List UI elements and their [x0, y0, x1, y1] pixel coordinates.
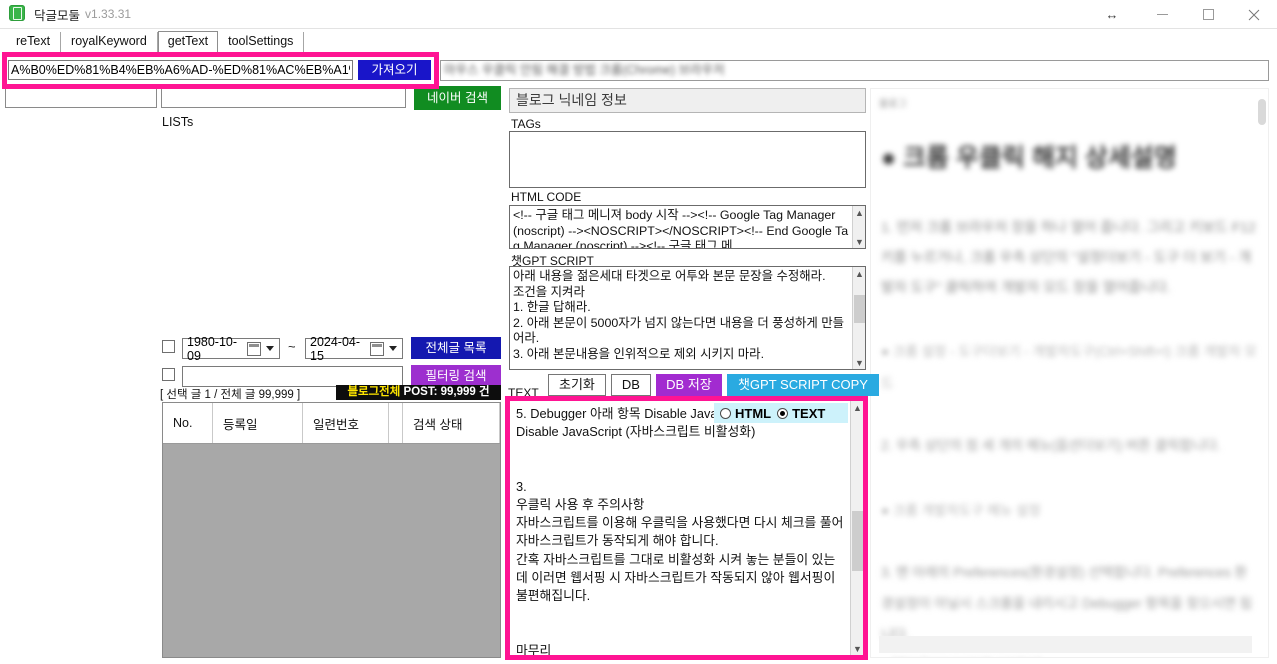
text-label: TEXT: [508, 386, 539, 400]
table-body[interactable]: [163, 444, 500, 657]
tab-toolsettings[interactable]: toolSettings: [218, 32, 305, 52]
window-title: 닥글모둘: [34, 8, 81, 23]
chevron-down-icon[interactable]: [389, 346, 397, 351]
scroll-up-icon[interactable]: ▲: [851, 401, 863, 414]
action-button-row: 초기화 DB DB 저장 챗GPT SCRIPT COPY: [548, 374, 879, 396]
page-title-field[interactable]: 마우스 우클릭 안됨 해결 방법 크롬(Chrome) 브라우저: [440, 60, 1269, 81]
radio-text-dot[interactable]: [777, 407, 789, 419]
radio-html-label: HTML: [735, 405, 772, 421]
title-bar: 닥글모둘 v1.33.31 ↔: [0, 0, 1277, 29]
preview-tag: 블로그: [879, 99, 907, 110]
calendar-icon: [370, 341, 384, 356]
selection-count-label: [ 선택 글 1 / 전체 글 99,999 ]: [160, 389, 301, 401]
scroll-thumb[interactable]: [854, 295, 865, 323]
post-count-badge: 블로그전체 POST: 99,999 건: [336, 385, 501, 400]
html-code-value: <!-- 구글 태그 메니져 body 시작 --><!-- Google Ta…: [513, 208, 849, 249]
db-button[interactable]: DB: [610, 374, 651, 396]
tab-retext[interactable]: reText: [6, 32, 62, 52]
reset-button[interactable]: 초기화: [548, 374, 606, 396]
preview-link[interactable]: https://www.example.com/post: [893, 656, 1268, 657]
window-version: v1.33.31: [85, 7, 132, 21]
text-output-textarea[interactable]: 5. Debugger 아래 항목 Disable JavaS Disable …: [509, 400, 864, 656]
page-title-text: 마우스 우클릭 안됨 해결 방법 크롬(Chrome) 브라우저: [444, 63, 725, 77]
url-input[interactable]: [8, 60, 353, 80]
table-header-date: 등록일: [213, 403, 303, 443]
text-output-value: 5. Debugger 아래 항목 Disable JavaS Disable …: [516, 406, 844, 656]
blog-nickname-header: 블로그 닉네임 정보: [509, 88, 866, 113]
preview-scrollbar[interactable]: [1258, 99, 1266, 651]
main-tabs: reText royalKeyword getText toolSettings: [0, 31, 1277, 53]
date-to-field[interactable]: 2024-04-15: [305, 335, 403, 363]
gpt-script-textarea[interactable]: 아래 내용을 젊은세대 타겟으로 어투와 본문 문장을 수정해라. 조건을 지켜…: [509, 266, 866, 370]
table-header-spacer: [389, 403, 403, 443]
scroll-down-icon[interactable]: ▼: [853, 235, 865, 248]
date-from-value: 1980-10-09: [187, 334, 238, 363]
tab-gettext[interactable]: getText: [157, 31, 219, 53]
radio-html-dot[interactable]: [720, 407, 731, 419]
keyword-input-wide[interactable]: [161, 86, 406, 108]
html-code-label: HTML CODE: [511, 190, 582, 204]
keyword-input-small[interactable]: [5, 86, 157, 108]
db-save-button[interactable]: DB 저장: [655, 374, 722, 396]
scroll-down-icon[interactable]: ▼: [853, 356, 865, 369]
tab-royalkeyword[interactable]: royalKeyword: [61, 32, 158, 52]
application-window: 닥글모둘 v1.33.31 ↔ reText royalKeyword getT…: [0, 0, 1277, 664]
filter-checkbox[interactable]: [162, 368, 175, 381]
close-icon[interactable]: [1231, 0, 1277, 29]
text-output-scrollbar[interactable]: ▲ ▼: [850, 401, 863, 655]
date-to-value: 2024-04-15: [310, 334, 361, 363]
app-logo-icon: [9, 5, 27, 23]
preview-heading: ● 크롬 우클릭 해지 상세설명: [881, 144, 1177, 172]
scroll-down-icon[interactable]: ▼: [851, 642, 863, 655]
tags-label: TAGs: [511, 117, 541, 131]
scroll-thumb[interactable]: [852, 511, 863, 571]
gpt-script-value: 아래 내용을 젊은세대 타겟으로 어투와 본문 문장을 수정해라. 조건을 지켜…: [513, 269, 845, 361]
posts-table[interactable]: No. 등록일 일련번호 검색 상태: [162, 402, 501, 658]
fetch-button[interactable]: 가져오기: [358, 60, 431, 80]
preview-bottom-bar: [879, 636, 1252, 653]
date-range-checkbox[interactable]: [162, 340, 175, 353]
html-code-scrollbar[interactable]: ▲ ▼: [852, 206, 865, 248]
scroll-up-icon[interactable]: ▲: [853, 267, 865, 280]
format-radio-group: HTML TEXT: [714, 403, 848, 423]
radio-text[interactable]: TEXT: [777, 406, 825, 421]
badge-count: POST: 99,999 건: [400, 386, 490, 398]
all-posts-button[interactable]: 전체글 목록: [411, 337, 501, 359]
maximize-icon[interactable]: [1185, 0, 1231, 29]
tags-value: [510, 132, 865, 136]
preview-paragraph-3: 2. 우측 상단의 점 세 개의 메뉴(옵션더보기) 버튼 클릭합니다.: [881, 438, 1221, 453]
table-header-status: 검색 상태: [403, 403, 500, 443]
scroll-up-icon[interactable]: ▲: [853, 206, 865, 219]
naver-search-button[interactable]: 네이버 검색: [414, 86, 501, 110]
date-from-field[interactable]: 1980-10-09: [182, 335, 280, 363]
resize-horizontal-icon[interactable]: ↔: [1085, 0, 1139, 29]
gpt-script-copy-button[interactable]: 챗GPT SCRIPT COPY: [726, 374, 879, 396]
calendar-icon: [247, 341, 261, 356]
table-header-no: No.: [163, 403, 213, 443]
preview-scroll-thumb[interactable]: [1258, 99, 1266, 125]
preview-paragraph-1: 1. 먼저 크롬 브라우저 창을 하나 열어 줍니다. 그리고 키보드 F12 …: [881, 219, 1256, 295]
chevron-down-icon[interactable]: [266, 346, 274, 351]
filter-input[interactable]: [182, 366, 403, 387]
tags-textarea[interactable]: [509, 131, 866, 188]
preview-paragraph-2: ● 크롬 설정 - 도구더보기 - 개발자도구(Ctrl+Shift+I) 크롬…: [881, 344, 1257, 391]
filter-search-button[interactable]: 필터링 검색: [411, 365, 501, 387]
date-separator: ~: [288, 339, 296, 354]
preview-paragraph-4: ● 크롬 개발자도구 메뉴 설정: [881, 503, 1041, 518]
html-code-textarea[interactable]: <!-- 구글 태그 메니져 body 시작 --><!-- Google Ta…: [509, 205, 866, 249]
radio-text-label: TEXT: [792, 405, 826, 421]
blog-preview-panel[interactable]: 블로그 ● 크롬 우클릭 해지 상세설명 1. 먼저 크롬 브라우저 창을 하나…: [870, 88, 1269, 658]
badge-prefix: 블로그전체: [347, 386, 401, 398]
table-header-serial: 일련번호: [303, 403, 389, 443]
radio-html[interactable]: HTML: [720, 406, 771, 421]
lists-label: LISTs: [162, 115, 194, 129]
minimize-icon[interactable]: [1139, 0, 1185, 29]
window-controls: ↔: [1085, 0, 1277, 29]
table-header-row: No. 등록일 일련번호 검색 상태: [163, 403, 500, 444]
gpt-script-scrollbar[interactable]: ▲ ▼: [852, 267, 865, 369]
